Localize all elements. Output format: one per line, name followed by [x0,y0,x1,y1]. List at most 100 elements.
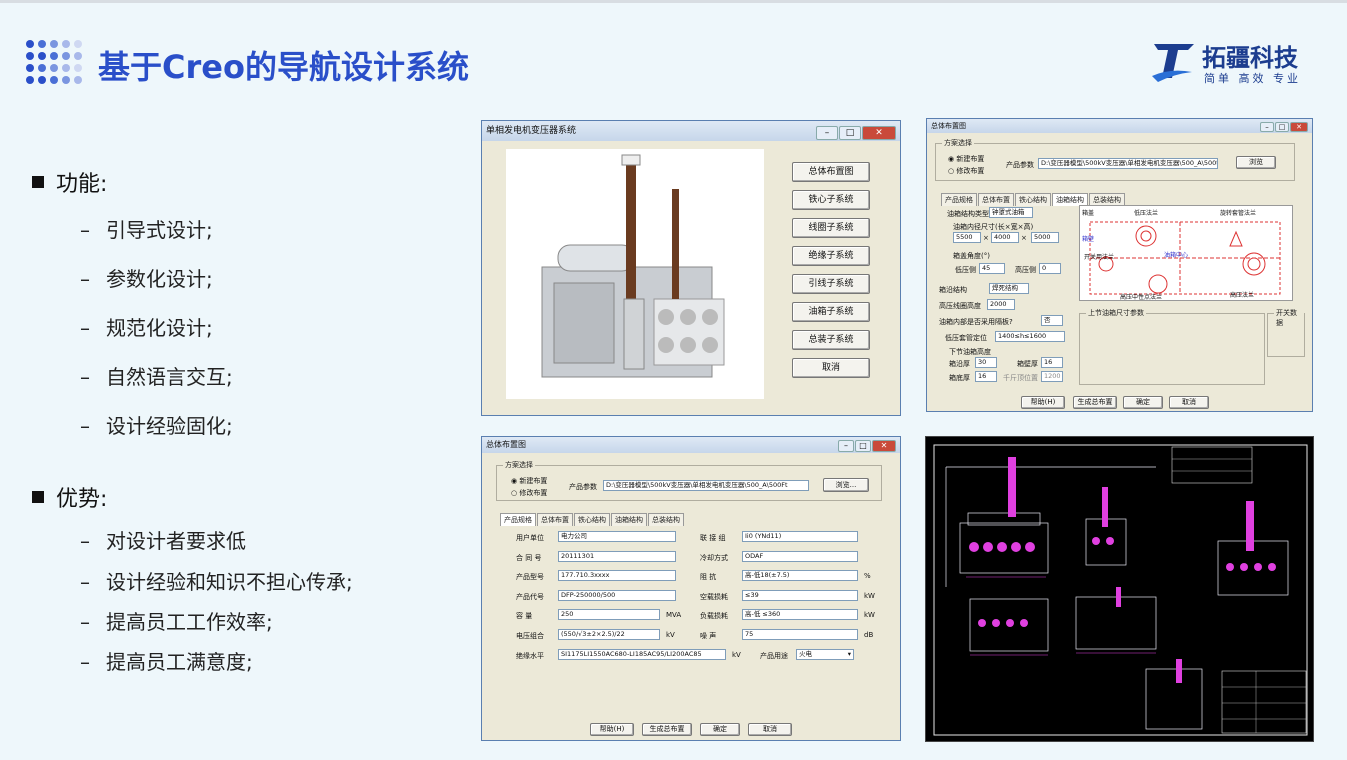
minimize-icon[interactable]: – [816,126,838,140]
cancel-button[interactable]: 取消 [1169,396,1209,409]
usage-select[interactable]: 火电 ▾ [796,649,854,660]
product-param-field[interactable]: D:\变压器模型\500kV变压器\单相发电机变压器\500_A\500t [1038,158,1218,169]
minimize-icon[interactable]: – [838,440,854,452]
ok-button[interactable]: 确定 [1123,396,1163,409]
edit-layout-radio[interactable]: ○ 修改布置 [511,488,547,498]
spec-field[interactable]: 75 [742,628,858,640]
browse-button[interactable]: 浏览... [823,478,869,492]
tank-subsystem-button[interactable]: 油箱子系统 [792,302,870,322]
dot-icon [62,76,70,84]
spec-field[interactable]: DFP-250000/500 [558,589,676,601]
place-select[interactable]: 否 [1041,315,1063,326]
sub4-field[interactable]: 1200 [1041,371,1063,382]
tab-overall-layout[interactable]: 总体布置 [978,193,1014,206]
dot-icon [74,76,82,84]
spec-field[interactable]: 电力公司 [558,531,676,542]
spec-label: 噪 声 [700,631,717,640]
hv-side-field[interactable]: 0 [1039,263,1061,274]
diagram-label: 高压法兰 [1230,292,1255,299]
cad-drawing-panel [925,436,1314,742]
spec-field[interactable]: ≤39 [742,589,858,601]
cancel-button[interactable]: 取消 [792,358,870,378]
spec-field[interactable]: 250 [558,609,660,620]
scheme-group: 方案选择 ◉ 新建布置 ○ 修改布置 产品参数 D:\变压器模型\500kV变压… [496,460,882,501]
sub3-label: 箱底厚 [949,374,970,382]
maximize-icon[interactable]: □ [839,126,861,140]
tab-tank[interactable]: 油箱结构 [611,513,647,526]
param-label: 产品参数 [569,483,597,491]
advantage-item: – 设计经验和知识不担心传承; [80,570,353,594]
sub1-field[interactable]: 30 [975,357,997,368]
hv-height-field[interactable]: 2000 [987,299,1015,310]
help-button[interactable]: 帮助(H) [590,723,634,736]
spec-field[interactable]: 177.710.3xxxx [558,570,676,581]
tab-assembly[interactable]: 总装结构 [648,513,684,526]
bullet-square-icon [32,176,44,188]
features-heading: 功能: [32,166,107,198]
spec-field[interactable]: Ii0 (YNd11) [742,531,858,542]
size-length-field[interactable]: 5500 [953,232,981,243]
generate-layout-button[interactable]: 生成总布置 [1073,396,1117,409]
struct-select[interactable]: 焊死结构 [989,283,1029,294]
spec-field[interactable]: ODAF [742,550,858,562]
dot-icon [26,76,34,84]
size-height-field[interactable]: 5000 [1031,232,1059,243]
upper-tank-group: 上节油箱尺寸参数 [1079,308,1265,385]
dot-icon [38,52,46,60]
dot-icon [62,64,70,72]
close-icon[interactable]: ✕ [872,440,896,452]
browse-button[interactable]: 浏览 [1236,156,1276,169]
feature-item: – 设计经验固化; [80,414,233,438]
size-label: 油箱内径尺寸(长×宽×高) [953,223,1034,231]
new-layout-radio[interactable]: ◉ 新建布置 [948,154,984,164]
spec-field[interactable]: 20111301 [558,550,676,562]
product-param-field[interactable]: D:\变压器模型\500kV变压器\单相发电机变压器\500_A\500Ft [603,480,809,491]
close-icon[interactable]: ✕ [862,126,896,140]
spec-field[interactable]: 高-低18(±7.5) [742,570,858,581]
generate-layout-button[interactable]: 生成总布置 [642,723,692,736]
lv-pos-select[interactable]: 1400≤h≤1600 [995,331,1065,342]
close-icon[interactable]: ✕ [1290,122,1308,132]
spec-unit: dB [864,630,874,639]
decorative-dots-icon [26,40,84,88]
core-subsystem-button[interactable]: 铁心子系统 [792,190,870,210]
advantages-heading: 优势: [32,481,107,513]
dot-icon [62,40,70,48]
transformer-model-image [506,149,764,399]
edit-layout-radio[interactable]: ○ 修改布置 [948,166,984,176]
lead-subsystem-button[interactable]: 引线子系统 [792,274,870,294]
insulation-subsystem-button[interactable]: 绝缘子系统 [792,246,870,266]
dot-icon [74,52,82,60]
assembly-subsystem-button[interactable]: 总装子系统 [792,330,870,350]
overall-layout-button[interactable]: 总体布置图 [792,162,870,182]
dot-icon [50,52,58,60]
lv-side-label: 低压侧 [955,266,976,274]
sub3-field[interactable]: 16 [975,371,997,382]
ok-button[interactable]: 确定 [700,723,740,736]
size-width-field[interactable]: 4000 [991,232,1019,243]
cancel-button[interactable]: 取消 [748,723,792,736]
help-button[interactable]: 帮助(H) [1021,396,1065,409]
spec-field[interactable]: 高-低 ≤360 [742,609,858,620]
tab-overall-layout[interactable]: 总体布置 [537,513,573,526]
lv-side-field[interactable]: 45 [979,263,1005,274]
sub2-field[interactable]: 16 [1041,357,1063,368]
tab-product-spec[interactable]: 产品规格 [500,513,536,526]
tab-core[interactable]: 铁心结构 [574,513,610,526]
coil-subsystem-button[interactable]: 线圈子系统 [792,218,870,238]
feature-item: – 参数化设计; [80,267,213,291]
new-layout-radio[interactable]: ◉ 新建布置 [511,476,547,486]
scheme-group: 方案选择 ◉ 新建布置 ○ 修改布置 产品参数 D:\变压器模型\500kV变压… [935,138,1295,181]
tab-core[interactable]: 铁心结构 [1015,193,1051,206]
hv-side-label: 高压侧 [1015,266,1036,274]
maximize-icon[interactable]: □ [1275,122,1289,132]
maximize-icon[interactable]: □ [855,440,871,452]
tank-type-select[interactable]: 钟罩式油箱 [989,207,1033,218]
minimize-icon[interactable]: – [1260,122,1274,132]
advantage-item: – 提高员工工作效率; [80,610,273,634]
advantage-item: – 对设计者要求低 [80,529,246,553]
spec-label: 产品型号 [516,573,544,581]
spec-field[interactable]: (550/√3±2×2.5)/22 [558,628,660,640]
insulation-field[interactable]: SI1175LI1550AC680-LI185AC95/LI200AC85 [558,649,726,660]
tab-product-spec[interactable]: 产品规格 [941,193,977,206]
